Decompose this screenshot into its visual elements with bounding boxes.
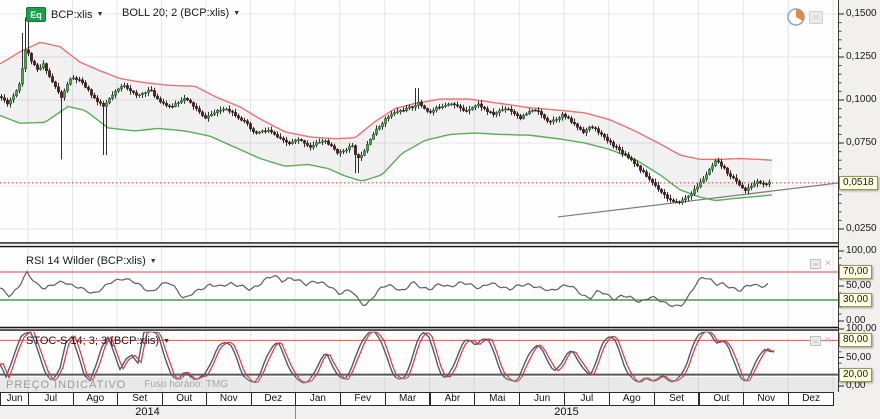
timezone-label: Fuso horário: TMG — [144, 379, 228, 390]
watermark-strip: PREÇO INDICATIVO Fuso horário: TMG — [0, 377, 838, 392]
month-axis-label: Jun — [0, 392, 29, 406]
price-tick-label: 0,1000 — [846, 94, 877, 105]
chevron-down-icon: ▼ — [233, 10, 240, 17]
month-axis-label: Ago — [73, 392, 119, 406]
price-tick-label: 0,1500 — [846, 8, 877, 19]
year-divider — [295, 406, 296, 419]
price-tick-label: 0,0750 — [846, 137, 877, 148]
month-axis-label: Mai — [474, 392, 520, 406]
indicative-price-watermark: PREÇO INDICATIVO — [6, 379, 126, 391]
save-icon-glyph — [813, 263, 818, 266]
overlay-indicator-selector[interactable]: BOLL 20; 2 (BCP:xlis) ▼ — [122, 7, 240, 19]
chevron-down-icon: ▼ — [150, 258, 157, 265]
close-panel-icon[interactable]: ✕ — [824, 336, 832, 345]
rsi-threshold-tag: 70,00 — [839, 265, 872, 279]
month-axis-label: Out — [699, 392, 745, 406]
month-axis-label: Dez — [788, 392, 834, 406]
stoch-tick-label: 0,00 — [846, 380, 865, 391]
chart-canvas[interactable] — [0, 0, 880, 392]
stoch-tick-label: 100,00 — [846, 323, 877, 334]
equity-badge: Eq — [26, 7, 46, 22]
month-axis-label: Jan — [295, 392, 341, 406]
chevron-down-icon: ▼ — [97, 11, 104, 18]
snapshot-icon-glyph — [813, 15, 819, 19]
chevron-down-icon: ▼ — [163, 338, 170, 345]
month-axis-label: Fev — [340, 392, 386, 406]
symbol-label: BCP:xlis — [51, 9, 93, 21]
month-axis-label: Set — [654, 392, 700, 406]
rsi-indicator-selector[interactable]: RSI 14 Wilder (BCP:xlis) ▼ — [26, 255, 157, 267]
current-price-tag: 0,0518 — [839, 176, 878, 190]
charting-app: Eq BCP:xlis ▼ BOLL 20; 2 (BCP:xlis) ▼ RS… — [0, 0, 880, 419]
month-axis-label: Nov — [743, 392, 789, 406]
stochastic-indicator-label: STOC-S 14; 3; 3 (BCP:xlis) — [26, 335, 159, 347]
stoch-tick-label: 50,00 — [846, 352, 871, 363]
month-axis-label: Abr — [430, 392, 476, 406]
month-axis-label: Set — [117, 392, 163, 406]
symbol-selector[interactable]: Eq BCP:xlis ▼ — [26, 7, 104, 22]
stoch-threshold-tag: 80,00 — [839, 333, 872, 347]
rsi-tick-label: 100,00 — [846, 245, 877, 256]
month-axis-label: Ago — [609, 392, 655, 406]
month-axis-label: Dez — [251, 392, 297, 406]
month-axis-label: Jun — [519, 392, 565, 406]
month-axis-label: Jul — [28, 392, 74, 406]
save-indicator-icon[interactable] — [810, 259, 821, 269]
rsi-tick-label: 50,00 — [846, 280, 871, 291]
save-icon-glyph — [813, 340, 818, 343]
rsi-indicator-label: RSI 14 Wilder (BCP:xlis) — [26, 255, 146, 267]
save-indicator-icon[interactable] — [810, 336, 821, 346]
month-axis-label: Nov — [206, 392, 252, 406]
year-axis-label: 2015 — [295, 406, 838, 419]
year-axis-label: 2014 — [0, 406, 295, 419]
close-panel-icon[interactable]: ✕ — [824, 259, 832, 268]
month-axis-label: Jul — [564, 392, 610, 406]
month-axis-label: Mar — [385, 392, 431, 406]
rsi-threshold-tag: 30,00 — [839, 293, 872, 307]
price-tick-label: 0,1250 — [846, 51, 877, 62]
clock-icon[interactable] — [786, 7, 806, 27]
stoch-threshold-tag: 20,00 — [839, 368, 872, 382]
month-axis-label: Out — [162, 392, 208, 406]
price-tick-label: 0,0250 — [846, 223, 877, 234]
overlay-indicator-label: BOLL 20; 2 (BCP:xlis) — [122, 7, 229, 19]
snapshot-icon[interactable] — [809, 11, 823, 24]
stochastic-indicator-selector[interactable]: STOC-S 14; 3; 3 (BCP:xlis) ▼ — [26, 335, 170, 347]
